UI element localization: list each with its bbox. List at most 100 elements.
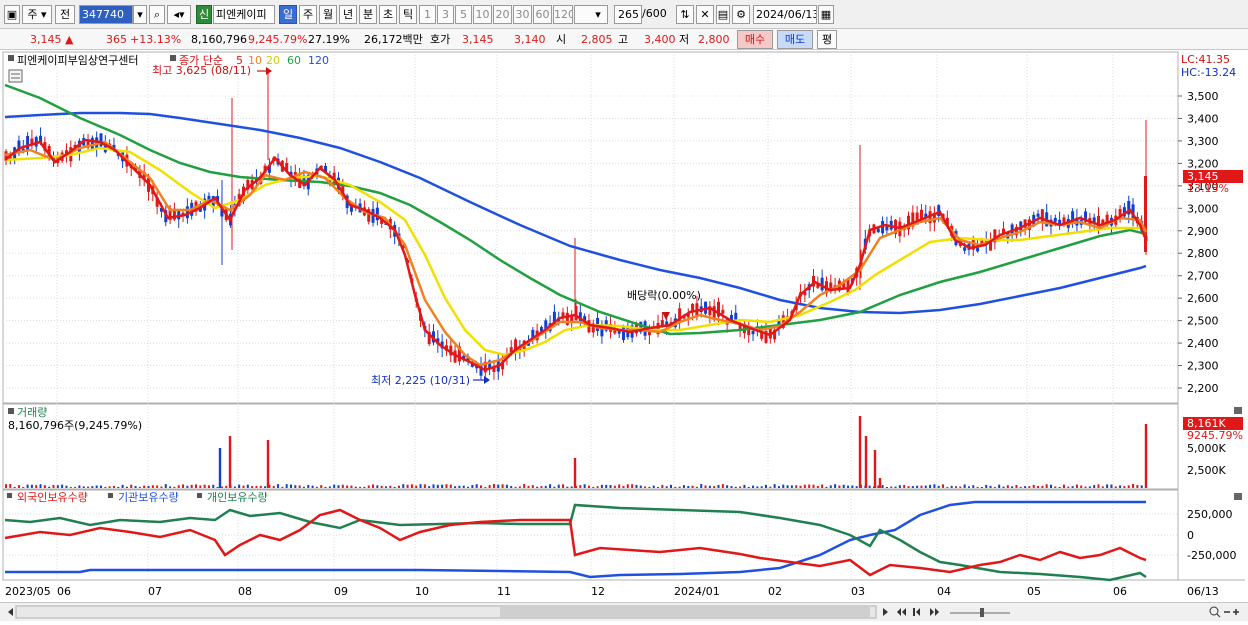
- volume-bar: [17, 485, 20, 488]
- tab-week[interactable]: 주: [299, 5, 317, 24]
- bid-price: 3,140: [514, 33, 546, 46]
- speaker-icon[interactable]: ◂▾: [167, 5, 191, 24]
- volume-bar: [492, 484, 495, 488]
- volume-bar: [233, 486, 236, 488]
- layout-icon[interactable]: ▣: [4, 5, 20, 24]
- volume-bar: [829, 485, 832, 488]
- volume-bar: [1114, 486, 1117, 488]
- interval-3[interactable]: 3: [437, 5, 454, 24]
- price-y-tick: 3,200: [1187, 157, 1219, 170]
- code-dropdown-icon[interactable]: ▾: [133, 5, 147, 24]
- svg-text:12: 12: [591, 585, 605, 598]
- calendar-icon[interactable]: ▦: [818, 5, 834, 24]
- interval-10[interactable]: 10: [473, 5, 492, 24]
- scroll-left-icon[interactable]: [8, 608, 13, 616]
- stock-full-name: 피엔케이피부임상연구센터: [17, 54, 138, 67]
- volume-bar: [540, 486, 543, 488]
- gear-icon[interactable]: ⚙: [732, 5, 750, 24]
- low-label: 저: [679, 33, 690, 46]
- volume-bar: [704, 485, 707, 488]
- volume-bar: [782, 484, 785, 488]
- zoom-slider-handle[interactable]: [980, 608, 984, 617]
- scroll-thumb[interactable]: [500, 607, 870, 617]
- svg-text:2024/01: 2024/01: [674, 585, 720, 598]
- tab-minute[interactable]: 분: [359, 5, 377, 24]
- volume-bar: [834, 484, 837, 488]
- search-icon[interactable]: ⌕: [149, 5, 165, 24]
- volume-bar: [190, 484, 193, 488]
- volume-bar: [324, 486, 327, 488]
- volume-bar: [78, 485, 81, 488]
- volume-bar: [652, 485, 655, 488]
- first-page-icon[interactable]: [897, 608, 906, 616]
- volume-bar: [980, 486, 983, 488]
- prev-stock-button[interactable]: 전: [55, 5, 75, 24]
- volume-bar: [436, 484, 439, 488]
- svg-text:13.13%: 13.13%: [1187, 182, 1229, 195]
- volume-bar: [359, 486, 362, 488]
- volume-bar: [35, 485, 38, 488]
- volume-bar: [406, 484, 409, 488]
- volume-bar: [972, 485, 975, 488]
- volume-bar: [13, 486, 16, 488]
- prev-page-icon[interactable]: [913, 608, 920, 616]
- interval-1[interactable]: 1: [419, 5, 436, 24]
- volume-bar: [993, 486, 996, 488]
- volume-bar: [112, 485, 115, 488]
- volume-bar: [104, 486, 107, 488]
- volume-bar: [203, 484, 206, 488]
- volume-bar: [449, 484, 452, 488]
- zoom-out-icon[interactable]: [1209, 606, 1221, 618]
- stock-chart[interactable]: 3,500 3,400 3,300 3,200 3,100 3,000 2,900 2,800…: [0, 50, 1248, 603]
- volume-bar: [549, 484, 552, 488]
- buy-button[interactable]: 매수: [737, 30, 773, 49]
- volume-bar: [760, 486, 763, 488]
- svg-text:10: 10: [415, 585, 429, 598]
- eval-button[interactable]: 평: [817, 30, 837, 49]
- mode-select[interactable]: 주 ▾: [22, 5, 52, 24]
- volume-bar: [700, 484, 703, 488]
- volume-bar: [946, 486, 949, 488]
- tab-month[interactable]: 월: [319, 5, 337, 24]
- volume-bar: [52, 484, 55, 488]
- price-y-tick: 2,200: [1187, 382, 1219, 395]
- volume-bar: [238, 484, 241, 488]
- plus-icon[interactable]: [1233, 609, 1239, 615]
- save-icon[interactable]: ▤: [716, 5, 730, 24]
- holdings-close-icon[interactable]: [1234, 493, 1242, 500]
- compare-icon[interactable]: ⇅: [676, 5, 694, 24]
- volume-bar: [570, 486, 573, 488]
- interval-20[interactable]: 20: [493, 5, 512, 24]
- volume-bar: [95, 485, 98, 488]
- tab-tick[interactable]: 틱: [399, 5, 417, 24]
- volume-bar: [320, 485, 323, 488]
- volume-bar: [56, 485, 59, 488]
- volume-bar: [480, 485, 482, 488]
- tab-year[interactable]: 년: [339, 5, 357, 24]
- bar-count-input[interactable]: 265: [614, 5, 642, 24]
- interval-30[interactable]: 30: [513, 5, 532, 24]
- scroll-right-icon[interactable]: [883, 608, 888, 616]
- price-panel: [2, 51, 1179, 404]
- volume-bar: [367, 485, 370, 488]
- sell-button[interactable]: 매도: [777, 30, 813, 49]
- tab-day[interactable]: 일: [279, 5, 297, 24]
- interval-custom-select[interactable]: ▾: [574, 5, 608, 24]
- interval-5[interactable]: 5: [455, 5, 472, 24]
- interval-120[interactable]: 120: [553, 5, 573, 24]
- volume-bar: [1062, 484, 1065, 488]
- volume-close-icon[interactable]: [1234, 407, 1242, 414]
- volume-bar: [855, 486, 858, 488]
- volume-bar: [117, 486, 120, 488]
- price-y-tick: 2,300: [1187, 360, 1219, 373]
- stock-code-input[interactable]: 347740: [79, 5, 133, 24]
- next-page-icon[interactable]: [930, 608, 939, 616]
- indicator-menu-icon[interactable]: [8, 69, 23, 83]
- crosshair-icon[interactable]: ✕: [696, 5, 714, 24]
- volume-bar: [739, 486, 742, 488]
- date-input[interactable]: 2024/06/13: [753, 5, 817, 24]
- stock-name-field[interactable]: 피엔케이피: [213, 5, 275, 24]
- volume-bar: [22, 486, 25, 488]
- tab-second[interactable]: 초: [379, 5, 397, 24]
- interval-60[interactable]: 60: [533, 5, 552, 24]
